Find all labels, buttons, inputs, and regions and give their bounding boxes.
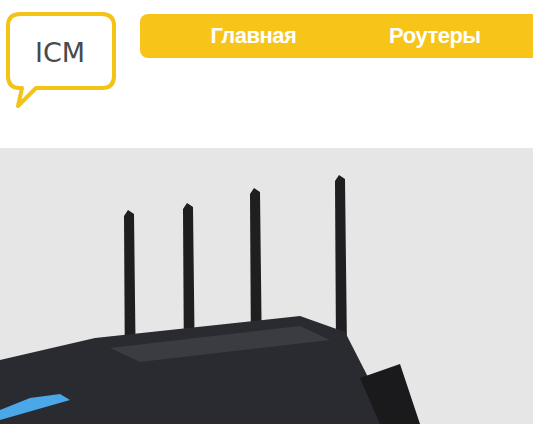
logo-text: ICM: [35, 37, 85, 68]
nav-link[interactable]: Роутеры: [381, 17, 489, 55]
page: ICM Главная Роутеры: [0, 0, 533, 424]
main-nav: Главная Роутеры: [140, 14, 533, 58]
logo[interactable]: ICM: [0, 0, 140, 110]
site-header: ICM Главная Роутеры: [0, 0, 533, 148]
router-photo: [0, 148, 533, 424]
nav-link[interactable]: Главная: [202, 17, 304, 55]
